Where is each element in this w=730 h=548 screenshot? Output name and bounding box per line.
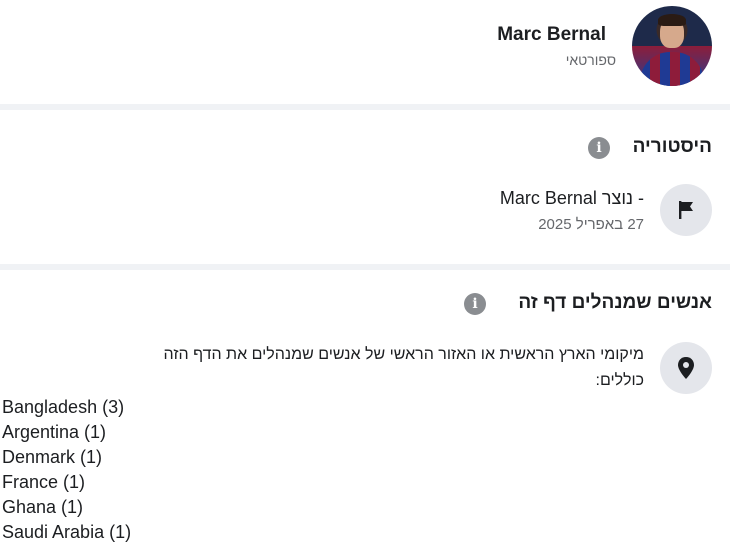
managers-description: מיקומי הארץ הראשית או האזור הראשי של אנש… (44, 342, 645, 394)
country-item: Bangladesh (3) (2, 397, 125, 417)
flag-icon (679, 201, 693, 219)
country-item: France (1) (2, 472, 86, 492)
country-item: Argentina (1) (2, 422, 107, 442)
history-flag-button (660, 184, 712, 236)
managers-description-line2: כוללים: (595, 372, 644, 389)
profile-category: ספורטאי (565, 52, 616, 68)
location-button (660, 342, 712, 394)
history-event-name: Marc Bernal (499, 188, 597, 208)
managers-description-line1: מיקומי הארץ הראשית או האזור הראשי של אנש… (163, 346, 645, 363)
profile-avatar[interactable] (632, 6, 712, 86)
location-pin-icon (678, 357, 694, 379)
section-divider (0, 264, 730, 270)
history-event: Marc Bernal נוצר - (500, 188, 644, 209)
country-item: Ghana (1) (2, 497, 84, 517)
history-title: היסטוריה (632, 136, 712, 157)
country-item: Denmark (1) (2, 447, 103, 467)
profile-name[interactable]: Marc Bernal (497, 24, 606, 46)
section-divider (0, 104, 730, 110)
managers-title: אנשים שמנהלים דף זה (518, 292, 712, 313)
avatar-shirt (640, 52, 704, 86)
country-item: Saudi Arabia (1) (2, 522, 132, 542)
history-event-prefix: נוצר - (601, 188, 644, 208)
history-info-icon[interactable]: i (588, 137, 610, 159)
history-event-date: 27 באפריל 2025 (538, 216, 644, 233)
managers-info-icon[interactable]: i (464, 293, 486, 315)
avatar-hair (658, 14, 686, 26)
